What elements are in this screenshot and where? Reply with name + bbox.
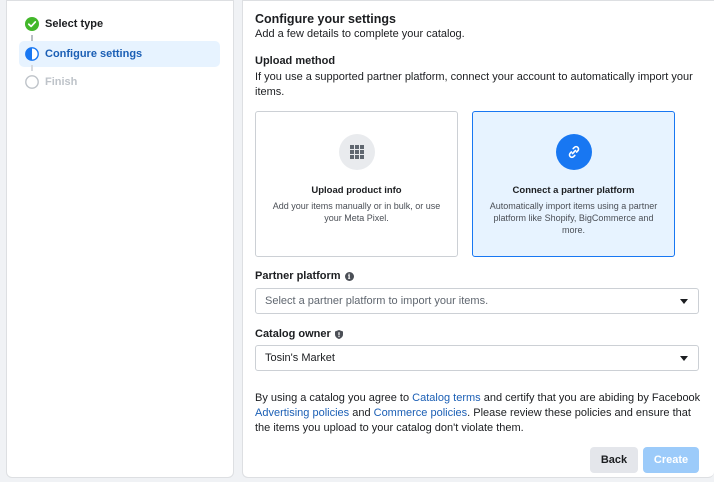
empty-circle-icon [25,75,39,89]
link-icon [555,134,592,170]
step-label: Configure settings [45,48,143,60]
catalog-terms-link[interactable]: Catalog terms [412,392,480,404]
catalog-owner-select[interactable]: Tosin's Market [255,345,699,371]
upload-product-info-card[interactable]: Upload product info Add your items manua… [255,111,458,257]
card-title: Connect a partner platform [512,185,635,196]
check-circle-icon [25,17,39,31]
caret-down-icon [680,356,688,361]
upload-method-title: Upload method [255,55,336,67]
step-select-type[interactable]: Select type [19,11,220,37]
card-title: Upload product info [311,185,402,196]
step-label: Finish [45,76,78,88]
advertising-policies-link[interactable]: Advertising policies [255,407,349,419]
half-circle-icon [25,47,39,61]
back-button[interactable]: Back [590,447,638,473]
settings-panel: Configure your settings Add a few detail… [242,0,714,478]
partner-platform-label: Partner platform i [255,270,354,282]
card-description: Automatically import items using a partn… [489,201,658,235]
shield-icon[interactable] [334,329,343,339]
commerce-policies-link[interactable]: Commerce policies [374,407,468,419]
page-title: Configure your settings [255,12,396,26]
connect-partner-platform-card[interactable]: Connect a partner platform Automatically… [472,111,675,257]
create-button[interactable]: Create [643,447,699,473]
upload-method-description: If you use a supported partner platform,… [255,71,693,98]
partner-platform-placeholder: Select a partner platform to import your… [265,295,489,307]
step-configure-settings[interactable]: Configure settings [19,41,220,67]
grid-icon [338,134,375,170]
info-icon[interactable]: i [344,271,354,281]
card-description: Add your items manually or in bulk, or u… [272,201,441,223]
step-label: Select type [45,18,104,30]
caret-down-icon [680,299,688,304]
terms-text: By using a catalog you agree to Catalog … [255,392,701,434]
catalog-owner-value: Tosin's Market [265,352,335,364]
steps-panel: Select type Configure settings Finish [6,0,234,478]
page-subtitle: Add a few details to complete your catal… [255,28,465,40]
partner-platform-select[interactable]: Select a partner platform to import your… [255,288,699,314]
catalog-owner-label: Catalog owner [255,328,343,340]
step-finish[interactable]: Finish [19,69,220,95]
